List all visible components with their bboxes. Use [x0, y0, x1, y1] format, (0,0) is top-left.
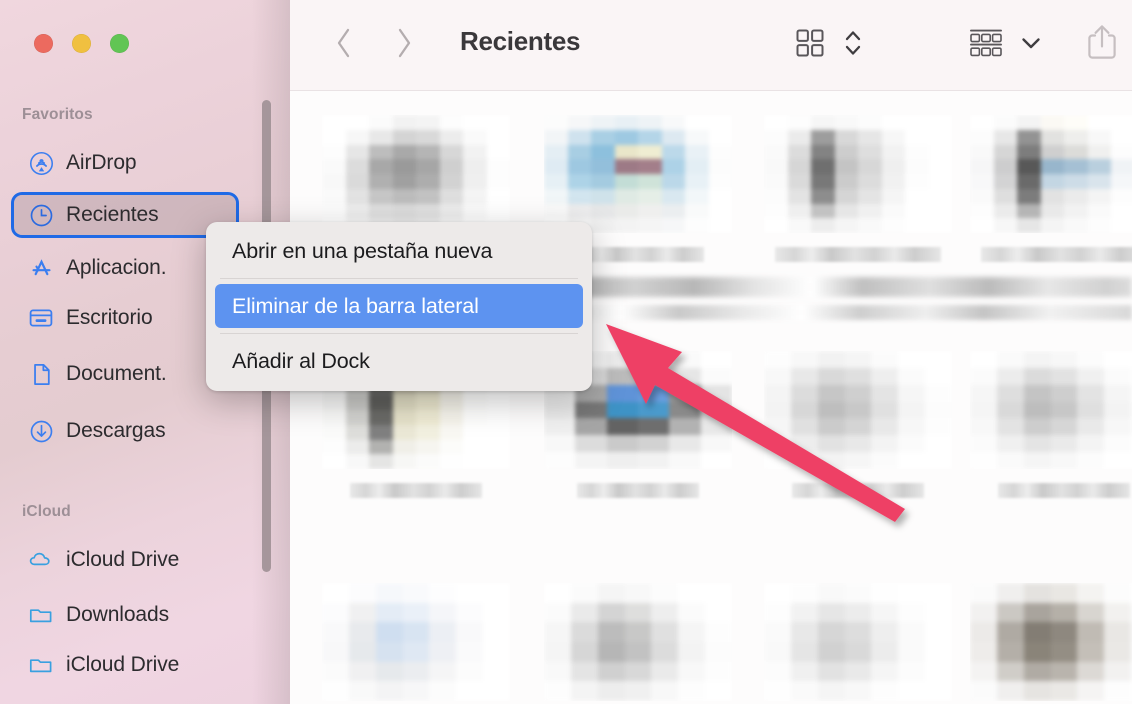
file-item[interactable]: [764, 115, 952, 262]
context-menu-separator: [220, 278, 578, 279]
file-item[interactable]: [970, 583, 1132, 704]
sidebar-item-icloud-drive-folder[interactable]: iCloud Drive: [14, 645, 236, 685]
sidebar-item-label: Downloads: [66, 603, 169, 626]
sidebar-item-label: iCloud Drive: [66, 548, 180, 571]
sidebar-item-label: Escritorio: [66, 306, 153, 329]
minimize-button[interactable]: [72, 34, 91, 53]
file-item[interactable]: [322, 583, 510, 704]
file-label-blurred: [775, 247, 941, 262]
file-thumbnail-blurred: [970, 351, 1132, 469]
group-by-chevron-button[interactable]: [1016, 22, 1046, 68]
context-menu-item-eliminar-barra-lateral[interactable]: Eliminar de la barra lateral: [215, 284, 583, 328]
sidebar-item-label: AirDrop: [66, 151, 137, 174]
sidebar-item-label: Descargas: [66, 419, 166, 442]
appstore-icon: [28, 255, 54, 281]
sidebar-item-descargas[interactable]: Descargas: [14, 411, 236, 451]
sidebar-item-label: iCloud Drive: [66, 653, 180, 676]
file-thumbnail-blurred: [970, 115, 1132, 233]
folder-icon: [28, 652, 54, 678]
sidebar-item-aplicaciones[interactable]: Aplicacion.: [14, 248, 236, 288]
chevron-right-icon: [393, 26, 415, 65]
share-icon: [1085, 23, 1119, 66]
window-controls: [34, 34, 129, 53]
file-thumbnail-blurred: [544, 583, 732, 701]
file-label-blurred: [792, 483, 924, 498]
chevron-down-icon: [1019, 33, 1043, 58]
close-button[interactable]: [34, 34, 53, 53]
group-by-button[interactable]: [962, 20, 1010, 70]
context-menu-item-abrir-pestana-nueva[interactable]: Abrir en una pestaña nueva: [206, 229, 592, 273]
sidebar-section-icloud: iCloud: [22, 503, 71, 520]
file-thumbnail-blurred: [322, 583, 510, 701]
file-thumbnail-blurred: [970, 583, 1132, 701]
view-mode-chevron-button[interactable]: [838, 20, 868, 70]
page-title: Recientes: [460, 26, 581, 56]
context-menu-separator: [220, 333, 578, 334]
finder-window: Favoritos AirDrop Recientes Aplicacion. …: [0, 0, 1132, 704]
sidebar-item-downloads-folder[interactable]: Downloads: [14, 595, 236, 635]
sidebar-item-label: Aplicacion.: [66, 256, 167, 279]
download-icon: [28, 418, 54, 444]
file-item[interactable]: [764, 583, 952, 704]
desktop-icon: [28, 305, 54, 331]
folder-icon: [28, 602, 54, 628]
clock-icon: [28, 202, 54, 228]
sidebar-item-documentos[interactable]: Document.: [14, 354, 236, 394]
cloud-icon: [28, 547, 54, 573]
back-button[interactable]: [322, 22, 366, 68]
file-label-blurred: [577, 483, 699, 498]
airdrop-icon: [28, 150, 54, 176]
view-mode-button[interactable]: [790, 20, 830, 70]
document-icon: [28, 361, 54, 387]
file-item[interactable]: [544, 583, 732, 704]
file-thumbnail-blurred: [322, 115, 510, 233]
sidebar-item-airdrop[interactable]: AirDrop: [14, 143, 236, 183]
sidebar-item-escritorio[interactable]: Escritorio: [14, 298, 236, 338]
file-thumbnail-blurred: [544, 115, 732, 233]
sidebar-item-label: Document.: [66, 362, 167, 385]
grid-view-icon: [794, 27, 826, 64]
context-menu-item-anadir-al-dock[interactable]: Añadir al Dock: [206, 339, 592, 383]
file-thumbnail-blurred: [764, 583, 952, 701]
file-item[interactable]: [970, 115, 1132, 262]
sidebar-section-favoritos: Favoritos: [22, 106, 93, 123]
file-item[interactable]: [764, 351, 952, 498]
sidebar-item-label: Recientes: [66, 203, 159, 226]
forward-button[interactable]: [382, 22, 426, 68]
toolbar: Recientes: [290, 0, 1132, 91]
chevron-left-icon: [333, 26, 355, 65]
chevron-up-down-icon: [843, 26, 863, 65]
file-thumbnail-blurred: [764, 115, 952, 233]
sidebar-item-icloud-drive[interactable]: iCloud Drive: [14, 540, 236, 580]
file-label-blurred: [350, 483, 482, 498]
file-item[interactable]: [970, 351, 1132, 498]
file-label-blurred: [998, 483, 1130, 498]
maximize-button[interactable]: [110, 34, 129, 53]
group-by-icon: [968, 26, 1004, 65]
context-menu: Abrir en una pestaña nueva Eliminar de l…: [206, 222, 592, 391]
share-button[interactable]: [1080, 18, 1124, 70]
sidebar-item-recientes[interactable]: Recientes: [14, 195, 236, 235]
file-label-blurred: [981, 247, 1132, 262]
file-grid[interactable]: [290, 91, 1132, 704]
file-thumbnail-blurred: [764, 351, 952, 469]
